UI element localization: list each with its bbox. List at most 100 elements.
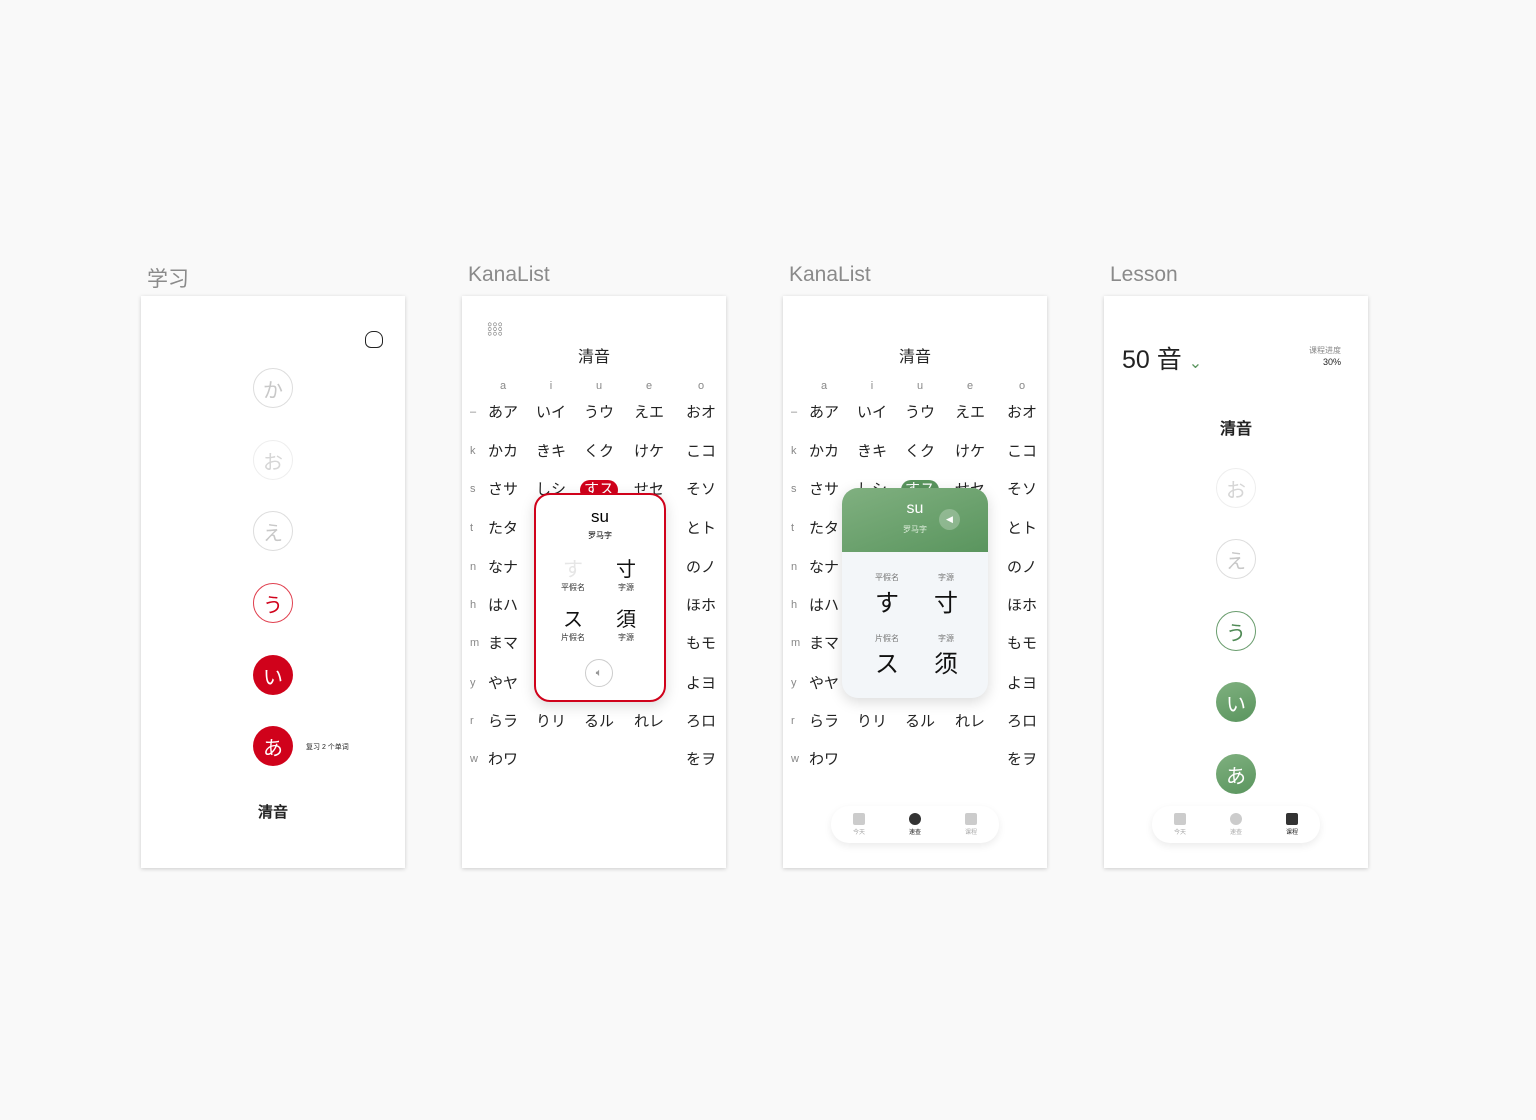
kana-cell[interactable]: はハ bbox=[481, 596, 525, 616]
nav-lookup[interactable]: 速查 bbox=[1229, 813, 1242, 836]
kana-cell[interactable]: えエ bbox=[627, 403, 671, 423]
kana-cell[interactable]: やヤ bbox=[481, 674, 525, 694]
kana-cell[interactable]: なナ bbox=[802, 558, 846, 578]
kana-cell[interactable]: をヲ bbox=[1000, 750, 1044, 770]
row-header: t bbox=[791, 522, 795, 534]
kana-cell[interactable]: とト bbox=[679, 519, 723, 539]
nav-course[interactable]: 课程 bbox=[964, 813, 977, 836]
lesson-screen: 50 音 ⌄ 课程进度 30% 清音 お え う い あ 今天 速查 课程 bbox=[1104, 296, 1368, 868]
kana-cell[interactable]: かカ bbox=[481, 442, 525, 462]
kana-cell[interactable]: まマ bbox=[481, 634, 525, 654]
kana-cell[interactable]: そソ bbox=[1000, 480, 1044, 500]
kana-cell[interactable]: きキ bbox=[529, 442, 573, 462]
speaker-button[interactable]: 🔈︎ bbox=[585, 659, 613, 687]
popup-header bbox=[842, 488, 988, 552]
column-header: a bbox=[499, 380, 507, 392]
list-icon bbox=[1173, 813, 1186, 825]
kana-cell[interactable]: とト bbox=[1000, 519, 1044, 539]
kana-cell[interactable]: ほホ bbox=[679, 596, 723, 616]
kana-cell[interactable]: りリ bbox=[850, 712, 894, 732]
kana-cell[interactable]: こコ bbox=[679, 442, 723, 462]
speaker-button[interactable]: ◀ bbox=[939, 509, 960, 530]
screen-label-study: 学习 bbox=[147, 268, 189, 291]
lesson-node-done[interactable]: い bbox=[1216, 682, 1256, 722]
katakana-block: 片假名ス bbox=[875, 634, 899, 678]
kana-cell[interactable]: もモ bbox=[1000, 634, 1044, 654]
column-header: i bbox=[549, 380, 553, 392]
kana-cell[interactable]: けケ bbox=[627, 442, 671, 462]
kana-cell[interactable]: りリ bbox=[529, 712, 573, 732]
course-title[interactable]: 50 音 ⌄ bbox=[1122, 340, 1202, 376]
lesson-node-done[interactable]: あ bbox=[1216, 754, 1256, 794]
kana-cell[interactable]: たタ bbox=[481, 519, 525, 539]
column-header: e bbox=[645, 380, 653, 392]
nav-lookup[interactable]: 速查 bbox=[908, 813, 921, 836]
kana-cell[interactable]: らラ bbox=[481, 712, 525, 732]
lesson-node[interactable]: お bbox=[253, 440, 293, 480]
kana-cell[interactable]: たタ bbox=[802, 519, 846, 539]
kana-cell[interactable]: くク bbox=[577, 442, 621, 462]
row-header: y bbox=[791, 677, 797, 689]
kana-cell[interactable]: わワ bbox=[481, 750, 525, 770]
kana-cell[interactable]: けケ bbox=[948, 442, 992, 462]
kana-cell[interactable]: きキ bbox=[850, 442, 894, 462]
kana-cell[interactable]: さサ bbox=[481, 480, 525, 500]
chevron-down-icon[interactable]: ⌄ bbox=[1189, 355, 1202, 372]
screen-label-kanalist-2: KanaList bbox=[789, 263, 871, 286]
kana-cell[interactable]: るル bbox=[898, 712, 942, 732]
kana-cell[interactable]: そソ bbox=[679, 480, 723, 500]
kana-cell[interactable]: あア bbox=[802, 403, 846, 423]
lesson-node[interactable]: え bbox=[1216, 539, 1256, 579]
kana-cell[interactable]: ほホ bbox=[1000, 596, 1044, 616]
kanalist-screen: 清音 a i u e o – あア いイ うウ えエ おオ k かカ きキ くク けケ こコ s さサ しシ すス せセそ… bbox=[462, 296, 726, 868]
kana-cell[interactable]: はハ bbox=[802, 596, 846, 616]
kana-cell[interactable]: ろロ bbox=[679, 712, 723, 732]
kana-cell[interactable]: をヲ bbox=[679, 750, 723, 770]
kana-cell[interactable]: こコ bbox=[1000, 442, 1044, 462]
lesson-node-current[interactable]: う bbox=[1216, 611, 1256, 651]
nav-today[interactable]: 今天 bbox=[852, 813, 865, 836]
grid-menu-icon[interactable] bbox=[487, 322, 503, 336]
lesson-node[interactable]: か bbox=[253, 368, 293, 408]
kana-cell[interactable]: なナ bbox=[481, 558, 525, 578]
kana-cell[interactable]: よヨ bbox=[679, 674, 723, 694]
row-header: w bbox=[791, 753, 799, 765]
kana-cell[interactable]: あア bbox=[481, 403, 525, 423]
kana-cell[interactable]: うウ bbox=[577, 403, 621, 423]
kana-cell[interactable]: のノ bbox=[1000, 558, 1044, 578]
lesson-node-done[interactable]: あ bbox=[253, 726, 293, 766]
kana-cell[interactable]: うウ bbox=[898, 403, 942, 423]
kana-cell[interactable]: ろロ bbox=[1000, 712, 1044, 732]
lesson-node[interactable]: お bbox=[1216, 468, 1256, 508]
kana-cell[interactable]: よヨ bbox=[1000, 674, 1044, 694]
kana-cell[interactable]: れレ bbox=[948, 712, 992, 732]
kana-cell[interactable]: もモ bbox=[679, 634, 723, 654]
review-text[interactable]: 复习 2 个单词 bbox=[306, 742, 349, 752]
kana-cell[interactable]: いイ bbox=[850, 403, 894, 423]
brain-icon[interactable] bbox=[365, 331, 383, 348]
kana-cell[interactable]: くク bbox=[898, 442, 942, 462]
kana-cell[interactable]: さサ bbox=[802, 480, 846, 500]
katakana-block: ス片假名 bbox=[561, 609, 585, 642]
screen-label-kanalist: KanaList bbox=[468, 263, 550, 286]
kana-cell[interactable]: おオ bbox=[679, 403, 723, 423]
kana-cell[interactable]: かカ bbox=[802, 442, 846, 462]
kana-cell[interactable]: のノ bbox=[679, 558, 723, 578]
lesson-node-current[interactable]: う bbox=[253, 583, 293, 623]
kana-cell[interactable]: やヤ bbox=[802, 674, 846, 694]
kana-cell[interactable]: らラ bbox=[802, 712, 846, 732]
lesson-node-done[interactable]: い bbox=[253, 655, 293, 695]
kana-cell[interactable]: わワ bbox=[802, 750, 846, 770]
nav-course[interactable]: 课程 bbox=[1285, 813, 1298, 836]
kana-cell[interactable]: るル bbox=[577, 712, 621, 732]
lesson-node[interactable]: え bbox=[253, 511, 293, 551]
kana-cell[interactable]: えエ bbox=[948, 403, 992, 423]
kana-cell[interactable]: れレ bbox=[627, 712, 671, 732]
hiragana-block: す平假名 bbox=[561, 559, 585, 592]
kana-cell[interactable]: おオ bbox=[1000, 403, 1044, 423]
nav-today[interactable]: 今天 bbox=[1173, 813, 1186, 836]
kana-cell[interactable]: いイ bbox=[529, 403, 573, 423]
kana-cell[interactable]: まマ bbox=[802, 634, 846, 654]
teacher-icon bbox=[964, 813, 977, 825]
kana-detail-popup: su 罗马字 す平假名 寸字源 ス片假名 須字源 🔈︎ bbox=[534, 493, 666, 702]
